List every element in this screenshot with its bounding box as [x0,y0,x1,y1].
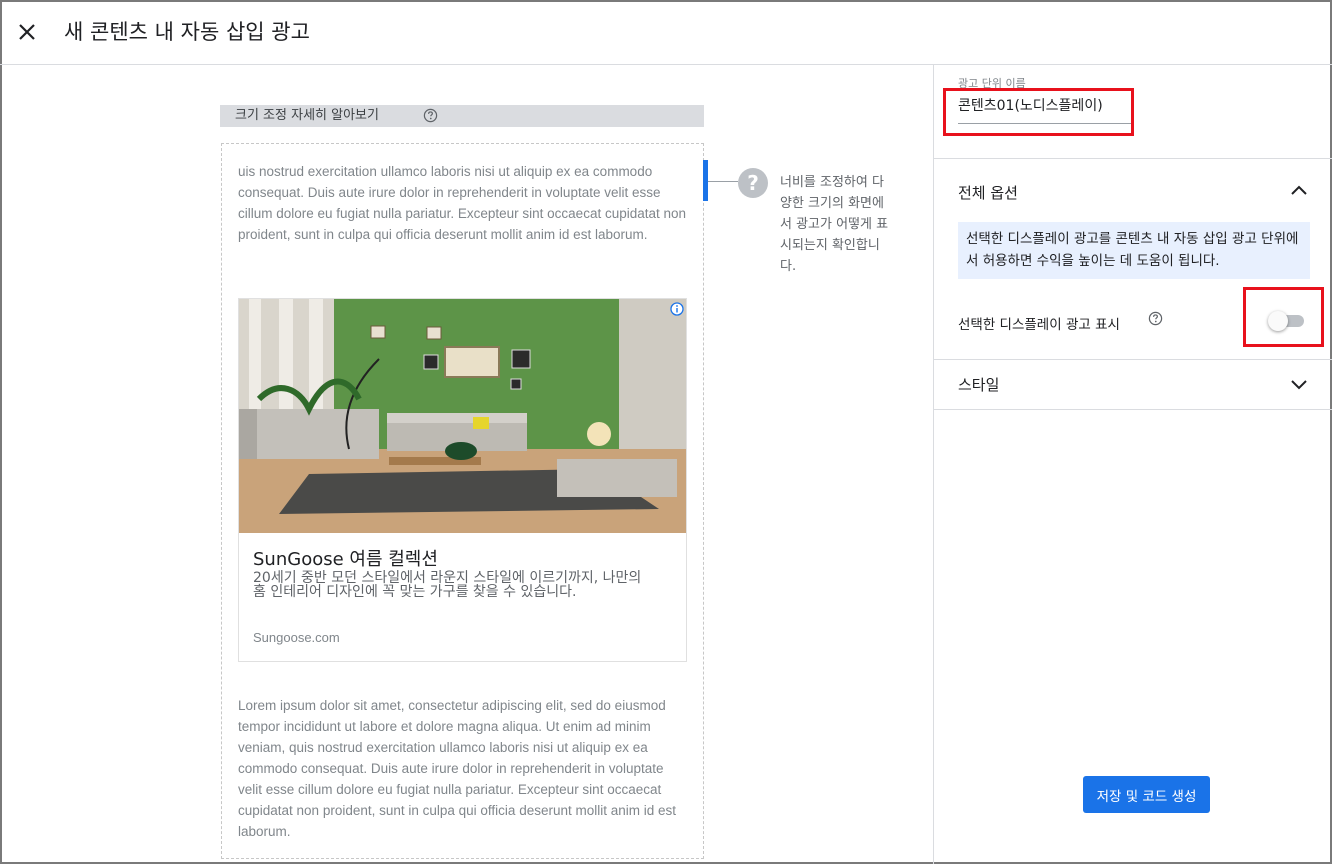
help-icon[interactable] [423,108,438,131]
save-and-generate-button[interactable]: 저장 및 코드 생성 [1083,776,1210,813]
header: 새 콘텐츠 내 자동 삽입 광고 [0,0,1332,65]
toggle-label: 선택한 디스플레이 광고 표시 [958,317,1120,333]
chevron-up-icon[interactable] [1288,180,1310,202]
resize-bar[interactable]: 크기 조정 자세히 알아보기 [220,105,704,127]
highlight-box-toggle [1243,287,1324,347]
ad-preview-frame: uis nostrud exercitation ullamco laboris… [221,143,704,859]
ad-description: 20세기 중반 모던 스타일에서 라운지 스타일에 이르기까지, 나만의 홈 인… [253,570,642,600]
highlight-box-name [943,88,1134,136]
settings-panel: 광고 단위 이름 콘텐츠01(노디스플레이) 전체 옵션 선택한 디스플레이 광… [933,65,1332,864]
lorem-text-bottom: Lorem ipsum dolor sit amet, consectetur … [238,698,677,839]
chevron-down-icon[interactable] [1288,373,1310,395]
hint-connector [708,181,738,182]
ad-title[interactable]: SunGoose 여름 컬렉션 [253,545,438,571]
divider [934,359,1332,360]
help-icon[interactable] [1148,311,1163,330]
ad-image [239,299,686,533]
resize-label: 크기 조정 자세히 알아보기 [235,108,379,123]
close-icon [19,24,35,40]
preview-area: 크기 조정 자세히 알아보기 uis nostrud exercitation … [0,65,933,864]
question-icon: ? [738,168,768,198]
close-button[interactable] [12,17,42,47]
native-ad[interactable]: SunGoose 여름 컬렉션 20세기 중반 모던 스타일에서 라운지 스타일… [238,298,687,662]
divider [934,158,1332,159]
page-title: 새 콘텐츠 내 자동 삽입 광고 [64,20,310,44]
ad-url[interactable]: Sungoose.com [253,630,340,645]
lorem-text-top: uis nostrud exercitation ullamco laboris… [238,164,687,242]
general-options-title[interactable]: 전체 옵션 [958,182,1018,203]
info-icon[interactable] [670,301,684,320]
style-section-title[interactable]: 스타일 [958,374,999,395]
divider [934,409,1332,410]
info-box: 선택한 디스플레이 광고를 콘텐츠 내 자동 삽입 광고 단위에서 허용하면 수… [958,222,1310,279]
resize-hint: 너비를 조정하여 다양한 크기의 화면에서 광고가 어떻게 표시되는지 확인합니… [780,175,889,274]
